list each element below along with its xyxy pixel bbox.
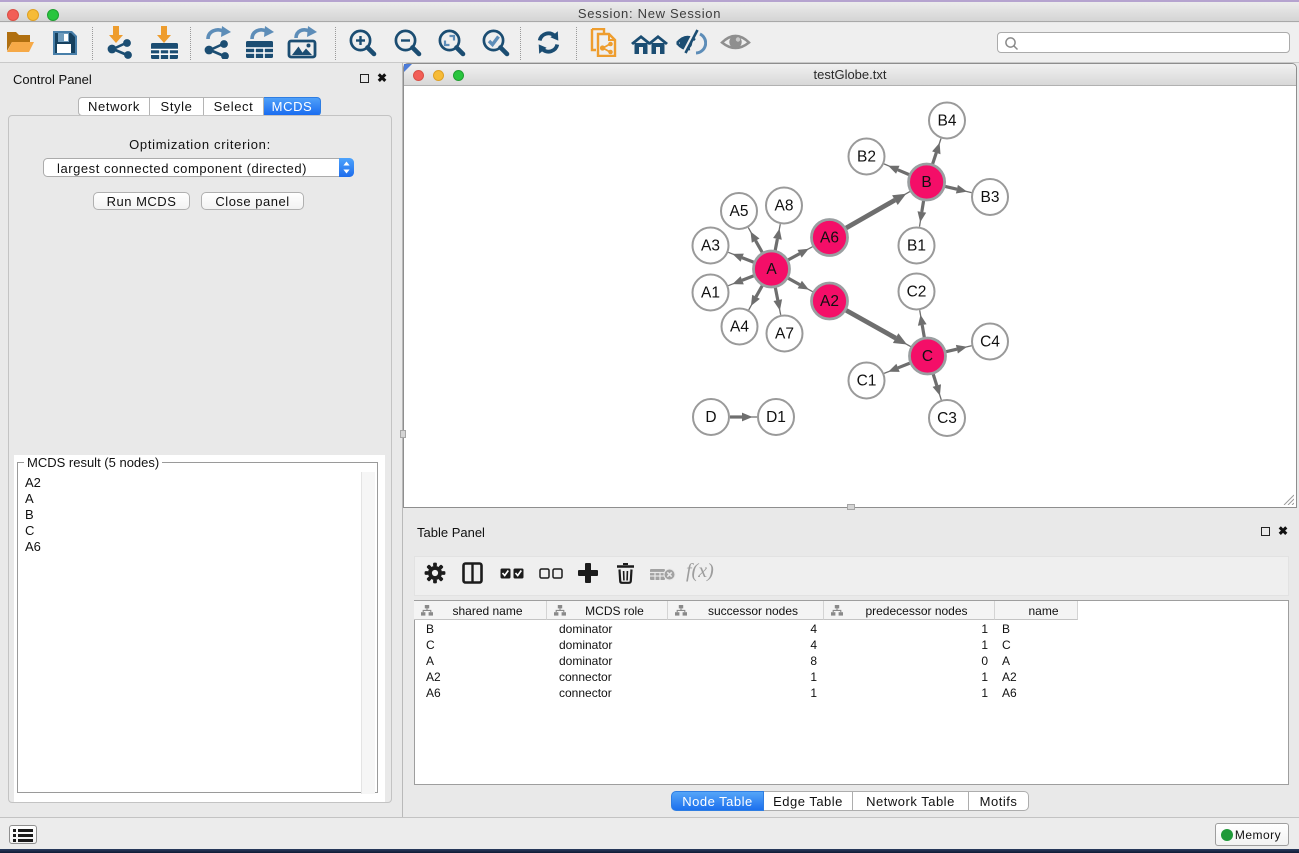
svg-text:A7: A7	[775, 326, 794, 343]
svg-text:A8: A8	[775, 198, 794, 215]
svg-text:A1: A1	[701, 285, 720, 302]
svg-text:C1: C1	[857, 373, 877, 390]
svg-text:A3: A3	[701, 238, 720, 255]
svg-text:C4: C4	[980, 334, 1000, 351]
svg-text:C3: C3	[937, 410, 957, 427]
svg-text:D1: D1	[766, 409, 786, 426]
svg-text:B3: B3	[981, 189, 1000, 206]
svg-text:D: D	[705, 409, 716, 426]
svg-text:A: A	[766, 261, 777, 278]
svg-text:C: C	[922, 348, 933, 365]
svg-text:A6: A6	[820, 230, 839, 247]
svg-text:B2: B2	[857, 149, 876, 166]
svg-text:B4: B4	[938, 113, 957, 130]
svg-text:A4: A4	[730, 319, 749, 336]
svg-text:B1: B1	[907, 238, 926, 255]
svg-text:A5: A5	[730, 203, 749, 220]
svg-text:A2: A2	[820, 293, 839, 310]
svg-text:B: B	[921, 174, 931, 191]
svg-text:C2: C2	[907, 284, 927, 301]
